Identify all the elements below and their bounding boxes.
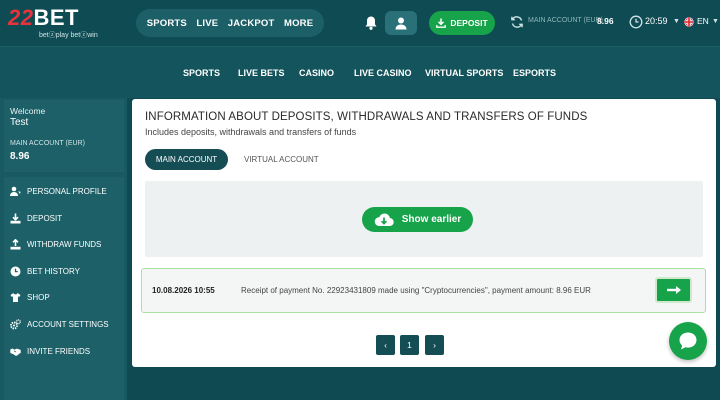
sidebar-item-shop[interactable]: SHOP	[10, 290, 50, 304]
subnav-sports[interactable]: SPORTS	[183, 68, 220, 78]
time-display[interactable]: 20:59	[645, 16, 668, 26]
tab-main-account[interactable]: MAIN ACCOUNT	[145, 149, 228, 170]
chevron-down-icon[interactable]: ▼	[712, 18, 719, 25]
sidebar-item-label: DEPOSIT	[27, 213, 63, 223]
language-selector[interactable]: EN	[697, 16, 709, 26]
user-icon	[395, 17, 407, 29]
clock-icon	[629, 15, 643, 29]
upload-icon	[10, 238, 21, 249]
sidebar-item-label: ACCOUNT SETTINGS	[27, 319, 109, 329]
page-title: INFORMATION ABOUT DEPOSITS, WITHDRAWALS …	[145, 111, 588, 123]
sidebar-item-label: SHOP	[27, 292, 50, 302]
sidebar-item-personal-profile[interactable]: PERSONAL PROFILE	[10, 184, 107, 198]
arrow-right-icon	[666, 286, 681, 294]
sidebar-item-invite-friends[interactable]: INVITE FRIENDS	[10, 344, 90, 358]
pagination-next-button[interactable]: ›	[425, 335, 444, 355]
top-nav-jackpot[interactable]: JACKPOT	[228, 18, 275, 29]
brand-logo[interactable]: 22BET betⓩplay betⓩwin	[8, 6, 118, 40]
refresh-icon[interactable]	[510, 15, 524, 29]
pagination-prev-button[interactable]: ‹	[376, 335, 395, 355]
chevron-down-icon[interactable]: ▼	[673, 18, 680, 25]
subnav-casino[interactable]: CASINO	[299, 68, 334, 78]
clock-icon	[10, 266, 21, 276]
page-subtitle: Includes deposits, withdrawals and trans…	[145, 127, 357, 137]
gears-icon	[10, 318, 21, 329]
subnav-live-casino[interactable]: LIVE CASINO	[354, 68, 412, 78]
top-nav-more[interactable]: MORE	[284, 18, 313, 29]
top-nav-sports[interactable]: SPORTS	[147, 18, 187, 29]
sidebar-item-label: BET HISTORY	[27, 266, 80, 276]
welcome-text: Welcome	[10, 106, 46, 116]
subnav-live-bets[interactable]: LIVE BETS	[238, 68, 285, 78]
header-account-label: MAIN ACCOUNT (EUR)	[528, 17, 603, 24]
cloud-download-icon	[374, 213, 394, 226]
shirt-icon	[10, 292, 21, 302]
transaction-datetime: 10.08.2026 10:55	[152, 286, 215, 295]
username: Test	[10, 117, 29, 128]
uk-flag-icon[interactable]	[684, 17, 694, 27]
sidebar-item-deposit[interactable]: DEPOSIT	[10, 211, 62, 225]
live-chat-button[interactable]	[669, 322, 707, 360]
logo-tagline: betⓩplay betⓩwin	[39, 32, 98, 39]
top-nav: SPORTS LIVE JACKPOT MORE	[136, 9, 324, 37]
deposit-label: DEPOSIT	[450, 18, 488, 28]
tab-virtual-account[interactable]: VIRTUAL ACCOUNT	[244, 155, 319, 164]
sidebar-item-bet-history[interactable]: BET HISTORY	[10, 264, 80, 278]
sidebar-balance: 8.96	[10, 151, 30, 162]
transaction-details-button[interactable]	[655, 277, 692, 303]
user-profile-button[interactable]	[385, 11, 417, 35]
transaction-description: Receipt of payment No. 22923431809 made …	[241, 286, 591, 295]
chat-bubble-icon	[679, 332, 697, 350]
subnav-virtual-sports[interactable]: VIRTUAL SPORTS	[425, 68, 503, 78]
subnav-esports[interactable]: ESPORTS	[513, 68, 556, 78]
show-earlier-button[interactable]: Show earlier	[362, 207, 473, 232]
user-icon	[10, 186, 21, 196]
sidebar-item-withdraw-funds[interactable]: WITHDRAW FUNDS	[10, 237, 101, 251]
sidebar-item-label: INVITE FRIENDS	[27, 346, 91, 356]
pagination-page-button[interactable]: 1	[400, 335, 419, 355]
logo-text: 22BET	[8, 5, 79, 30]
show-earlier-label: Show earlier	[401, 214, 462, 225]
deposit-button[interactable]: DEPOSIT	[429, 11, 495, 35]
secondary-nav: SPORTS LIVE BETS CASINO LIVE CASINO VIRT…	[0, 46, 720, 98]
header-account-amount: 8.96	[597, 16, 614, 26]
sidebar-item-label: PERSONAL PROFILE	[27, 186, 107, 196]
bell-icon[interactable]	[364, 15, 378, 31]
download-icon	[10, 213, 21, 223]
top-nav-live[interactable]: LIVE	[196, 18, 218, 29]
handshake-icon	[10, 348, 21, 356]
sidebar-item-label: WITHDRAW FUNDS	[27, 239, 102, 249]
sidebar-account-label: MAIN ACCOUNT (EUR)	[10, 140, 85, 147]
download-icon	[436, 18, 447, 28]
sidebar-item-account-settings[interactable]: ACCOUNT SETTINGS	[10, 317, 109, 331]
